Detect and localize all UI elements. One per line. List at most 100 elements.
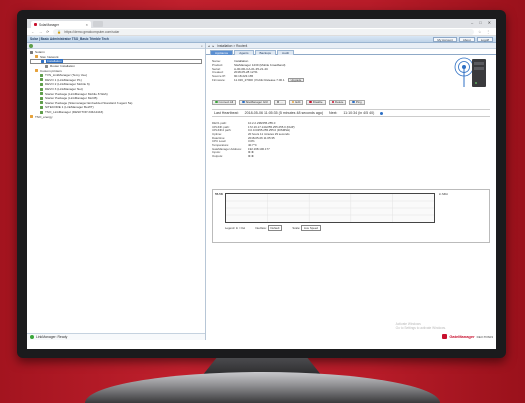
info-row: Outputs: ⊗ ⊗ [212,154,432,158]
browser-menu-icon[interactable]: ☆ ⋮ [478,30,492,34]
back-icon[interactable]: ← [31,30,35,34]
tree-item-label: Starter Package (LinkManager MoCB) [45,96,98,101]
lock-icon: 🔒 [57,29,62,34]
tree-node-icon [30,50,33,54]
action-icon [242,100,245,104]
interface-select[interactable]: Default [267,225,283,231]
next-heartbeat-value: 11:10:34 (in 4/5 40) [343,111,375,115]
screen: SolarManager ✕ – □ ✕ ← → ⟳ 🔒 https://dem… [27,19,496,349]
router-device-icon [454,57,486,87]
chart-unit-label: in Mbit [439,192,448,196]
minimize-button[interactable]: – [471,20,473,25]
info-key: Outputs: [212,154,223,159]
app-title: Solar | Basic Administrator TSO_Basic Tr… [30,37,109,41]
action-label: Ping [355,100,362,104]
tree-item-label: DEVO 3 (LinkManager Net) [45,87,83,92]
refresh-heartbeat-icon[interactable] [380,111,384,115]
detail-row: Firmware: 11.016_27000 | Public Release 7… [212,78,412,82]
tree-node-icon [40,101,43,105]
action-label: Disable [312,100,323,104]
tree-item-label: SITECORE 1 (LinkManager BeWT) [45,105,94,110]
search-icon[interactable]: ⌕ [201,44,203,48]
address-bar: ← → ⟳ 🔒 https://demo.gmalcomputer.com/so… [27,28,496,36]
action-button[interactable]: Connect All [212,99,237,105]
tree-node-icon [40,78,43,82]
action-button[interactable]: ... [273,99,286,105]
action-button[interactable]: Disable [306,99,326,105]
chart-plot-area [225,193,435,223]
back-nav-icon[interactable]: ◂ [208,44,210,48]
my-account-button[interactable]: My Account [433,36,457,42]
logoff-button[interactable]: Logoff [476,36,493,42]
tree-node-icon [35,69,38,73]
action-icon [215,100,218,104]
tree-node-icon [30,115,33,119]
forward-icon[interactable]: → [39,30,43,34]
about-button[interactable]: About [458,36,475,42]
status-ok-icon [30,335,34,339]
interface-label: Interface: [255,226,267,230]
action-button[interactable]: Edit [288,99,304,105]
brand-mark-icon [442,334,448,339]
monitor-bezel: SolarManager ✕ – □ ✕ ← → ⟳ 🔒 https://dem… [17,10,506,358]
maximize-button[interactable]: □ [479,20,481,25]
tree-item-label: Solarm [35,50,45,55]
action-button[interactable]: Delete [328,99,347,105]
watermark-subtitle: Go to Settings to activate Windows. [395,326,446,330]
url-field[interactable]: 🔒 https://demo.gmalcomputer.com/solar [53,28,475,35]
close-tab-icon[interactable]: ✕ [85,23,88,27]
browser-tab-bar: SolarManager ✕ – □ ✕ [27,19,496,28]
close-window-button[interactable]: ✕ [488,20,491,25]
tree-item-label: Starter Package (Sitemanager Embedded St… [45,100,133,105]
url-text: https://demo.gmalcomputer.com/solar [64,29,120,34]
browser-tab[interactable]: SolarManager ✕ [31,21,91,28]
tree-node-icon [40,105,43,109]
tree-item[interactable]: TSO_energy [30,114,202,119]
main-area: ⌕ Solarm Stat. Network Installation Router … [27,43,496,340]
action-label: Connect All [218,100,234,104]
action-icon [331,100,335,104]
tree-item-label: DEVO 1 (LinkManager P1) [45,77,82,82]
activation-watermark: Activate Windows Go to Settings to activ… [396,322,446,330]
detail-value: 11.016_27000 | Public Release 7.00.1 [234,77,285,82]
refresh-icon[interactable] [29,43,33,48]
detail-panel: ◂ ▸ Installation > Router4 Appliance Age… [206,43,496,340]
upgrade-button[interactable]: Upgrade [287,78,305,82]
scale-select[interactable]: Live Speed [300,225,321,231]
scale-label: Scale: [292,226,301,230]
tab-agents[interactable]: Agents [234,50,254,55]
tree-panel: ⌕ Solarm Stat. Network Installation Router … [27,43,206,340]
chart-grid [226,194,434,222]
action-label: SiteManager GUI [245,100,268,104]
tree-item-label: DEVO 2 (LinkManager Mobile 6) [45,82,90,87]
appliance-info: DEV1 path: 10.2.2.238/255.255.0 UPLINK pat… [212,121,432,158]
tab-appliance[interactable]: Appliance [210,50,234,55]
action-button[interactable]: Ping [349,99,365,105]
chart-y-label: 55.5K [215,192,224,196]
forward-nav-icon[interactable]: ▸ [213,44,215,48]
new-tab-button[interactable] [93,21,103,27]
tab-backups[interactable]: Backups [254,50,277,55]
appliance-details: Name: Installation Product: SiteManager 123… [212,59,412,82]
tree-item-label: TSO_energy [35,114,53,119]
detail-tabs: Appliance Agents Backups Audit [206,49,496,55]
heartbeat-row: Last Heartbeat: 2018-05-06 11:05:35 (5 m… [212,109,490,117]
action-button[interactable]: SiteManager GUI [239,99,271,105]
tab-audit[interactable]: Audit [277,50,294,55]
tree-node-icon [40,96,43,100]
tree-node-icon [40,110,43,114]
action-icon [352,100,355,104]
action-label: Delete [335,100,344,104]
tree-item-label: TSO_LinkManager (DESKTOP-KMA4443) [45,110,104,115]
tree-item-label: TVS_LinkManager (Temy Vee) [45,73,88,78]
chart-controls: Legend: In / Out Interface: Default Scal… [225,225,321,231]
tree-item-label: Custom printers [40,68,62,73]
tree-item-label: Starter Package (LinkManager Mobile 8 Wa… [45,91,108,96]
reload-icon[interactable]: ⟳ [46,30,49,34]
tree-item-label: Router Installation [50,64,75,69]
tree-node-icon [40,87,43,91]
status-text: LinkManager: Ready [36,335,68,339]
action-label: Edit [295,100,301,104]
tree-node-icon [41,59,44,63]
tree-node-icon [40,82,43,86]
